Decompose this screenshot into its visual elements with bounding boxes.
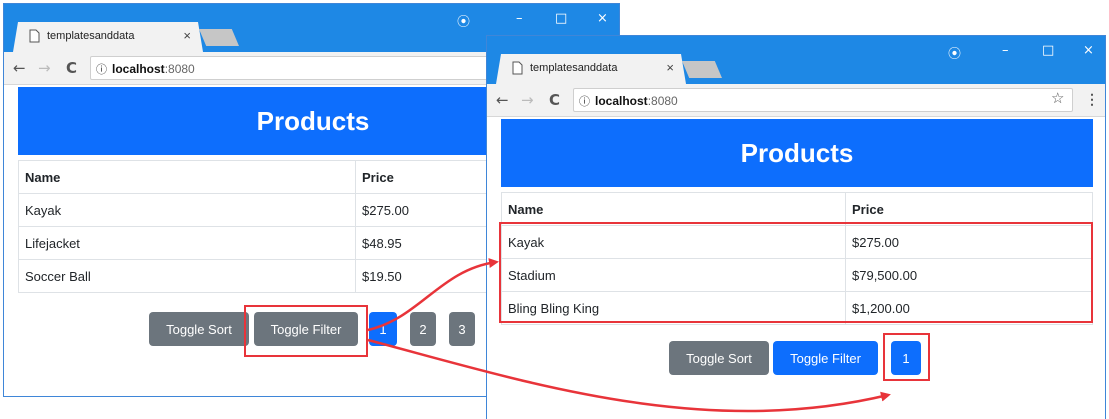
minimize-icon[interactable]: – xyxy=(1002,43,1009,58)
new-tab-button[interactable] xyxy=(199,29,239,46)
menu-icon[interactable]: ⋮ xyxy=(1085,91,1099,108)
column-header-price: Price xyxy=(845,192,1093,226)
table-row: Kayak $275.00 xyxy=(501,225,1093,259)
forward-icon[interactable]: → xyxy=(38,59,51,77)
product-price: $275.00 xyxy=(845,225,1093,259)
product-price: $79,500.00 xyxy=(845,258,1093,292)
browser-toolbar: ← → C ⓘ localhost:8080 ☆ ⋮ xyxy=(487,84,1105,117)
back-icon[interactable]: ← xyxy=(496,91,509,109)
product-name: Soccer Ball xyxy=(18,259,356,293)
profile-icon[interactable]: ⦿ xyxy=(457,11,470,30)
address-bar[interactable]: ⓘ localhost:8080 xyxy=(573,88,1073,112)
browser-tab[interactable]: templatesanddata × xyxy=(496,54,686,84)
table-row: Bling Bling King $1,200.00 xyxy=(501,291,1093,325)
title-bar: templatesanddata × ⦿ – □ × xyxy=(487,36,1105,84)
table-header-row: Name Price xyxy=(501,192,1093,226)
page-title: Products xyxy=(501,119,1093,187)
page-icon xyxy=(29,29,40,43)
forward-icon[interactable]: → xyxy=(521,91,534,109)
page-button-1[interactable]: 1 xyxy=(891,341,921,375)
column-header-name: Name xyxy=(501,192,846,226)
toggle-sort-button[interactable]: Toggle Sort xyxy=(669,341,769,375)
window-close-icon[interactable]: × xyxy=(1083,43,1094,58)
reload-icon[interactable]: C xyxy=(66,59,77,77)
profile-icon[interactable]: ⦿ xyxy=(948,43,961,62)
maximize-icon[interactable]: □ xyxy=(555,11,567,26)
new-tab-button[interactable] xyxy=(682,61,722,78)
close-icon[interactable]: × xyxy=(183,28,191,43)
table-row: Stadium $79,500.00 xyxy=(501,258,1093,292)
page-button-3[interactable]: 3 xyxy=(449,312,475,346)
product-price: $1,200.00 xyxy=(845,291,1093,325)
tab-title: templatesanddata xyxy=(530,62,618,74)
url-text: localhost:8080 xyxy=(112,62,195,76)
window-close-icon[interactable]: × xyxy=(597,11,608,26)
product-name: Kayak xyxy=(18,193,356,227)
products-table: Name Price Kayak $275.00 Stadium $79,500… xyxy=(501,192,1093,325)
toggle-sort-button[interactable]: Toggle Sort xyxy=(149,312,249,346)
star-icon[interactable]: ☆ xyxy=(1051,89,1064,107)
url-text: localhost:8080 xyxy=(595,94,678,108)
info-icon[interactable]: ⓘ xyxy=(579,93,590,109)
tab-title: templatesanddata xyxy=(47,30,135,42)
product-name: Lifejacket xyxy=(18,226,356,260)
product-name: Kayak xyxy=(501,225,846,259)
close-icon[interactable]: × xyxy=(666,60,674,75)
product-name: Bling Bling King xyxy=(501,291,846,325)
browser-tab[interactable]: templatesanddata × xyxy=(13,22,203,52)
page-icon xyxy=(512,61,523,75)
page-button-1[interactable]: 1 xyxy=(369,312,397,346)
maximize-icon[interactable]: □ xyxy=(1042,43,1054,58)
reload-icon[interactable]: C xyxy=(549,91,560,109)
back-icon[interactable]: ← xyxy=(13,59,26,77)
column-header-name: Name xyxy=(18,160,356,194)
page-button-2[interactable]: 2 xyxy=(410,312,436,346)
info-icon[interactable]: ⓘ xyxy=(96,61,107,77)
product-name: Stadium xyxy=(501,258,846,292)
toggle-filter-button[interactable]: Toggle Filter xyxy=(254,312,358,346)
right-browser-window: templatesanddata × ⦿ – □ × ← → C ⓘ local… xyxy=(486,35,1106,419)
minimize-icon[interactable]: – xyxy=(516,11,523,26)
toggle-filter-button[interactable]: Toggle Filter xyxy=(773,341,878,375)
